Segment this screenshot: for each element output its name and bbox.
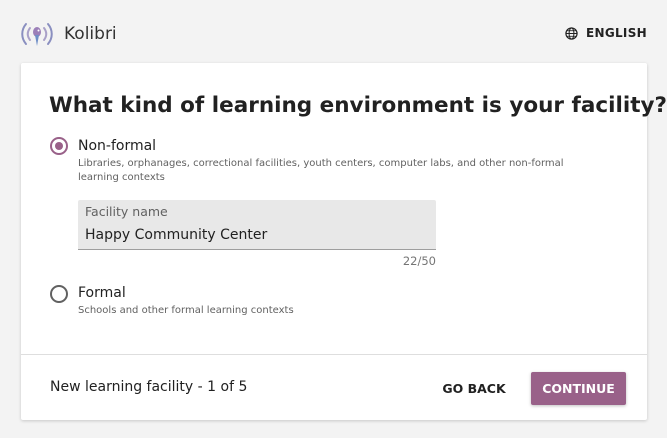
option-non-formal-description: Libraries, orphanages, correctional faci… xyxy=(78,158,564,183)
option-formal-label[interactable]: Formal xyxy=(78,285,126,301)
go-back-button[interactable]: GO BACK xyxy=(435,372,513,405)
option-non-formal-label[interactable]: Non-formal xyxy=(78,138,156,154)
top-bar: Kolibri ENGLISH xyxy=(0,0,667,62)
facility-setup-card: What kind of learning environment is you… xyxy=(21,63,667,420)
app-name: Kolibri xyxy=(64,24,117,44)
character-counter: 22/50 xyxy=(402,254,436,268)
language-label: ENGLISH xyxy=(586,26,647,40)
footer-divider xyxy=(21,354,647,355)
facility-name-field[interactable]: Facility name Happy Community Center xyxy=(78,200,436,250)
kolibri-logo-icon xyxy=(21,23,53,46)
step-indicator: New learning facility - 1 of 5 xyxy=(50,379,248,395)
radio-formal[interactable] xyxy=(50,285,68,303)
page-title: What kind of learning environment is you… xyxy=(49,93,667,118)
facility-name-label: Facility name xyxy=(85,204,168,219)
radio-non-formal[interactable] xyxy=(50,137,68,155)
continue-button[interactable]: CONTINUE xyxy=(531,372,626,405)
option-formal-description: Schools and other formal learning contex… xyxy=(78,305,294,316)
language-selector[interactable]: ENGLISH xyxy=(565,26,647,40)
globe-icon xyxy=(565,26,578,40)
facility-name-input[interactable]: Happy Community Center xyxy=(85,227,267,243)
